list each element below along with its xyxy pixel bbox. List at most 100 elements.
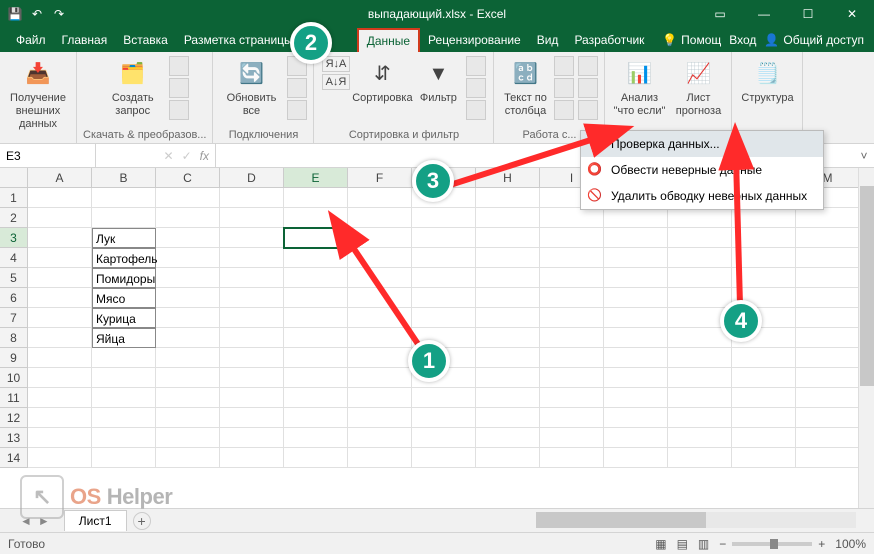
cell-I7[interactable] <box>540 308 604 328</box>
cell-I10[interactable] <box>540 368 604 388</box>
cell-H11[interactable] <box>476 388 540 408</box>
cell-J12[interactable] <box>604 408 668 428</box>
cell-I14[interactable] <box>540 448 604 468</box>
cell-I12[interactable] <box>540 408 604 428</box>
cell-M5[interactable] <box>796 268 860 288</box>
horizontal-scrollbar[interactable] <box>536 512 856 528</box>
maximize-icon[interactable]: ☐ <box>786 0 830 28</box>
cell-K9[interactable] <box>668 348 732 368</box>
cell-J2[interactable] <box>604 208 668 228</box>
cell-B4[interactable]: Картофель <box>92 248 156 268</box>
cell-M3[interactable] <box>796 228 860 248</box>
cell-A3[interactable] <box>28 228 92 248</box>
col-header-D[interactable]: D <box>220 168 284 187</box>
sort-az-button[interactable]: Я↓А <box>322 56 351 72</box>
get-external-data-button[interactable]: 📥 Получение внешних данных <box>6 56 70 132</box>
cell-I2[interactable] <box>540 208 604 228</box>
cell-D13[interactable] <box>220 428 284 448</box>
cell-B6[interactable]: Мясо <box>92 288 156 308</box>
login-button[interactable]: Вход <box>729 33 756 47</box>
cell-B3[interactable]: Лук <box>92 228 156 248</box>
tab-file[interactable]: Файл <box>8 29 54 51</box>
cell-H5[interactable] <box>476 268 540 288</box>
cell-M14[interactable] <box>796 448 860 468</box>
cell-I3[interactable] <box>540 228 604 248</box>
cell-K11[interactable] <box>668 388 732 408</box>
cell-F14[interactable] <box>348 448 412 468</box>
filter-button[interactable]: ▼ Фильтр <box>414 56 462 105</box>
cell-H8[interactable] <box>476 328 540 348</box>
cell-M7[interactable] <box>796 308 860 328</box>
cell-F13[interactable] <box>348 428 412 448</box>
help-button[interactable]: 💡Помощ <box>662 33 721 47</box>
cell-L13[interactable] <box>732 428 796 448</box>
cell-E6[interactable] <box>284 288 348 308</box>
zoom-out-icon[interactable]: − <box>719 537 726 551</box>
cell-H13[interactable] <box>476 428 540 448</box>
cell-I6[interactable] <box>540 288 604 308</box>
what-if-button[interactable]: 📊 Анализ "что если" <box>611 56 667 118</box>
cell-D6[interactable] <box>220 288 284 308</box>
cell-B11[interactable] <box>92 388 156 408</box>
row-header-1[interactable]: 1 <box>0 188 28 208</box>
cell-E9[interactable] <box>284 348 348 368</box>
cell-F10[interactable] <box>348 368 412 388</box>
cell-M8[interactable] <box>796 328 860 348</box>
cell-I8[interactable] <box>540 328 604 348</box>
cell-L9[interactable] <box>732 348 796 368</box>
cell-E14[interactable] <box>284 448 348 468</box>
cell-C13[interactable] <box>156 428 220 448</box>
cell-H6[interactable] <box>476 288 540 308</box>
cell-B13[interactable] <box>92 428 156 448</box>
filter-small-buttons[interactable] <box>466 56 486 120</box>
forecast-sheet-button[interactable]: 📈 Лист прогноза <box>671 56 725 118</box>
cell-E12[interactable] <box>284 408 348 428</box>
cell-C6[interactable] <box>156 288 220 308</box>
cell-I11[interactable] <box>540 388 604 408</box>
cell-G11[interactable] <box>412 388 476 408</box>
cell-A14[interactable] <box>28 448 92 468</box>
row-header-14[interactable]: 14 <box>0 448 28 468</box>
cell-F12[interactable] <box>348 408 412 428</box>
select-all-button[interactable] <box>0 168 28 187</box>
view-normal-icon[interactable]: ▦ <box>655 537 666 551</box>
close-icon[interactable]: ✕ <box>830 0 874 28</box>
cell-D9[interactable] <box>220 348 284 368</box>
cell-K13[interactable] <box>668 428 732 448</box>
connections-small-buttons[interactable] <box>287 56 307 120</box>
cell-B10[interactable] <box>92 368 156 388</box>
row-header-10[interactable]: 10 <box>0 368 28 388</box>
cell-A5[interactable] <box>28 268 92 288</box>
cell-J6[interactable] <box>604 288 668 308</box>
row-header-13[interactable]: 13 <box>0 428 28 448</box>
cell-M11[interactable] <box>796 388 860 408</box>
view-page-layout-icon[interactable]: ▤ <box>677 537 688 551</box>
cell-I9[interactable] <box>540 348 604 368</box>
row-header-5[interactable]: 5 <box>0 268 28 288</box>
cell-C5[interactable] <box>156 268 220 288</box>
cell-K14[interactable] <box>668 448 732 468</box>
cell-F2[interactable] <box>348 208 412 228</box>
col-header-F[interactable]: F <box>348 168 412 187</box>
zoom-control[interactable]: − + <box>719 537 825 551</box>
cell-A4[interactable] <box>28 248 92 268</box>
cell-K10[interactable] <box>668 368 732 388</box>
query-small-buttons[interactable] <box>169 56 189 120</box>
cell-J3[interactable] <box>604 228 668 248</box>
share-button[interactable]: 👤 Общий доступ <box>764 33 864 47</box>
cell-E4[interactable] <box>284 248 348 268</box>
row-header-11[interactable]: 11 <box>0 388 28 408</box>
cell-H10[interactable] <box>476 368 540 388</box>
cell-J7[interactable] <box>604 308 668 328</box>
sort-za-button[interactable]: А↓Я <box>322 74 351 90</box>
cell-C8[interactable] <box>156 328 220 348</box>
cell-G14[interactable] <box>412 448 476 468</box>
cell-D4[interactable] <box>220 248 284 268</box>
sort-button[interactable]: ⇵ Сортировка <box>354 56 410 105</box>
cancel-formula-icon[interactable]: ✕ <box>164 149 174 163</box>
cell-D2[interactable] <box>220 208 284 228</box>
cell-J13[interactable] <box>604 428 668 448</box>
refresh-all-button[interactable]: 🔄 Обновить все <box>219 56 283 118</box>
cell-B2[interactable] <box>92 208 156 228</box>
cell-C3[interactable] <box>156 228 220 248</box>
